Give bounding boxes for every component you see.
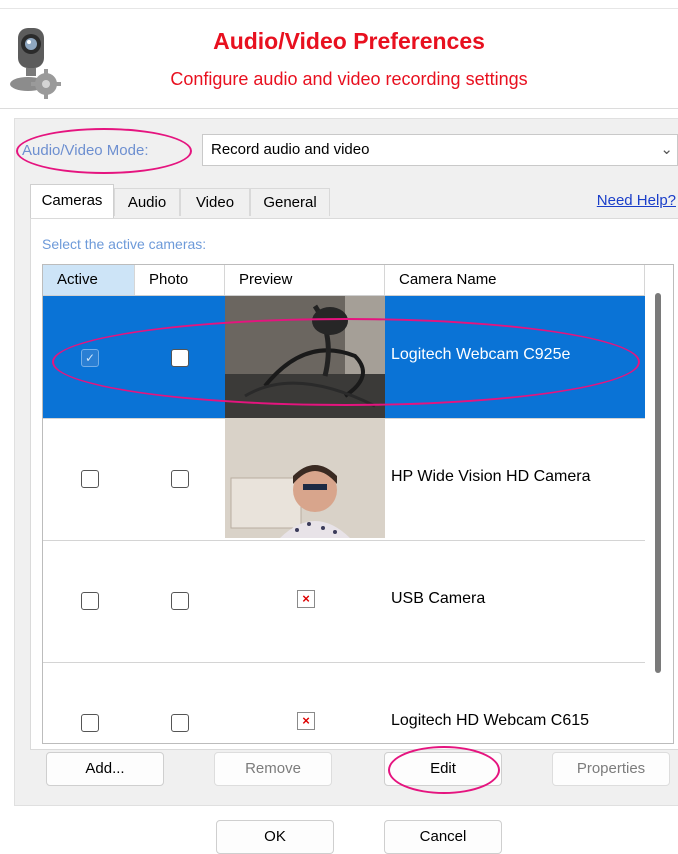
- broken-image-icon: ×: [297, 590, 315, 608]
- column-header-photo[interactable]: Photo: [135, 265, 225, 295]
- header-divider: [0, 8, 678, 9]
- camera-name: Logitech Webcam C925e: [391, 346, 571, 363]
- chevron-down-icon[interactable]: ⌄: [660, 135, 673, 165]
- cameras-instruction: Select the active cameras:: [42, 236, 207, 252]
- cancel-button[interactable]: Cancel: [384, 820, 502, 854]
- table-row[interactable]: HP Wide Vision HD Camera: [43, 418, 645, 541]
- add-button[interactable]: Add...: [46, 752, 164, 786]
- dialog-header: Audio/Video Preferences Configure audio …: [0, 0, 678, 109]
- page-title: Audio/Video Preferences: [213, 28, 485, 54]
- person-preview-image: [225, 418, 385, 538]
- webcam-preview-image: [225, 296, 385, 418]
- photo-checkbox[interactable]: [171, 349, 189, 367]
- page-subtitle: Configure audio and video recording sett…: [170, 69, 528, 89]
- remove-button[interactable]: Remove: [214, 752, 332, 786]
- camera-name: USB Camera: [391, 590, 486, 607]
- tab-cameras[interactable]: Cameras: [30, 184, 114, 218]
- camera-name: Logitech HD Webcam C615: [391, 712, 590, 729]
- column-header-preview[interactable]: Preview: [225, 265, 385, 295]
- table-row[interactable]: ✓ Logitech Webcam C925e: [43, 296, 645, 419]
- photo-checkbox[interactable]: [171, 470, 189, 488]
- mode-dropdown-value: Record audio and video: [211, 141, 370, 158]
- active-checkbox[interactable]: [81, 470, 99, 488]
- active-checkbox[interactable]: ✓: [81, 349, 99, 367]
- tab-general[interactable]: General: [250, 188, 330, 216]
- camera-table: Active Photo Preview Camera Name ✓ Logit…: [42, 264, 674, 744]
- table-row[interactable]: × Logitech HD Webcam C615: [43, 662, 645, 743]
- edit-button[interactable]: Edit: [384, 752, 502, 786]
- column-header-camera-name[interactable]: Camera Name: [385, 265, 645, 295]
- table-row[interactable]: × USB Camera: [43, 540, 645, 663]
- active-checkbox[interactable]: [81, 592, 99, 610]
- camera-name: HP Wide Vision HD Camera: [391, 468, 591, 485]
- need-help-link[interactable]: Need Help?: [597, 192, 676, 209]
- active-checkbox[interactable]: [81, 714, 99, 732]
- broken-image-icon: ×: [297, 712, 315, 730]
- column-header-active[interactable]: Active: [43, 265, 135, 295]
- vertical-scrollbar[interactable]: [655, 293, 661, 673]
- table-header: Active Photo Preview Camera Name: [43, 265, 645, 296]
- properties-button[interactable]: Properties: [552, 752, 670, 786]
- ok-button[interactable]: OK: [216, 820, 334, 854]
- tab-video[interactable]: Video: [180, 188, 250, 216]
- mode-dropdown[interactable]: Record audio and video ⌄: [202, 134, 678, 166]
- tab-audio[interactable]: Audio: [114, 188, 180, 216]
- photo-checkbox[interactable]: [171, 592, 189, 610]
- mode-label: Audio/Video Mode:: [22, 142, 149, 159]
- photo-checkbox[interactable]: [171, 714, 189, 732]
